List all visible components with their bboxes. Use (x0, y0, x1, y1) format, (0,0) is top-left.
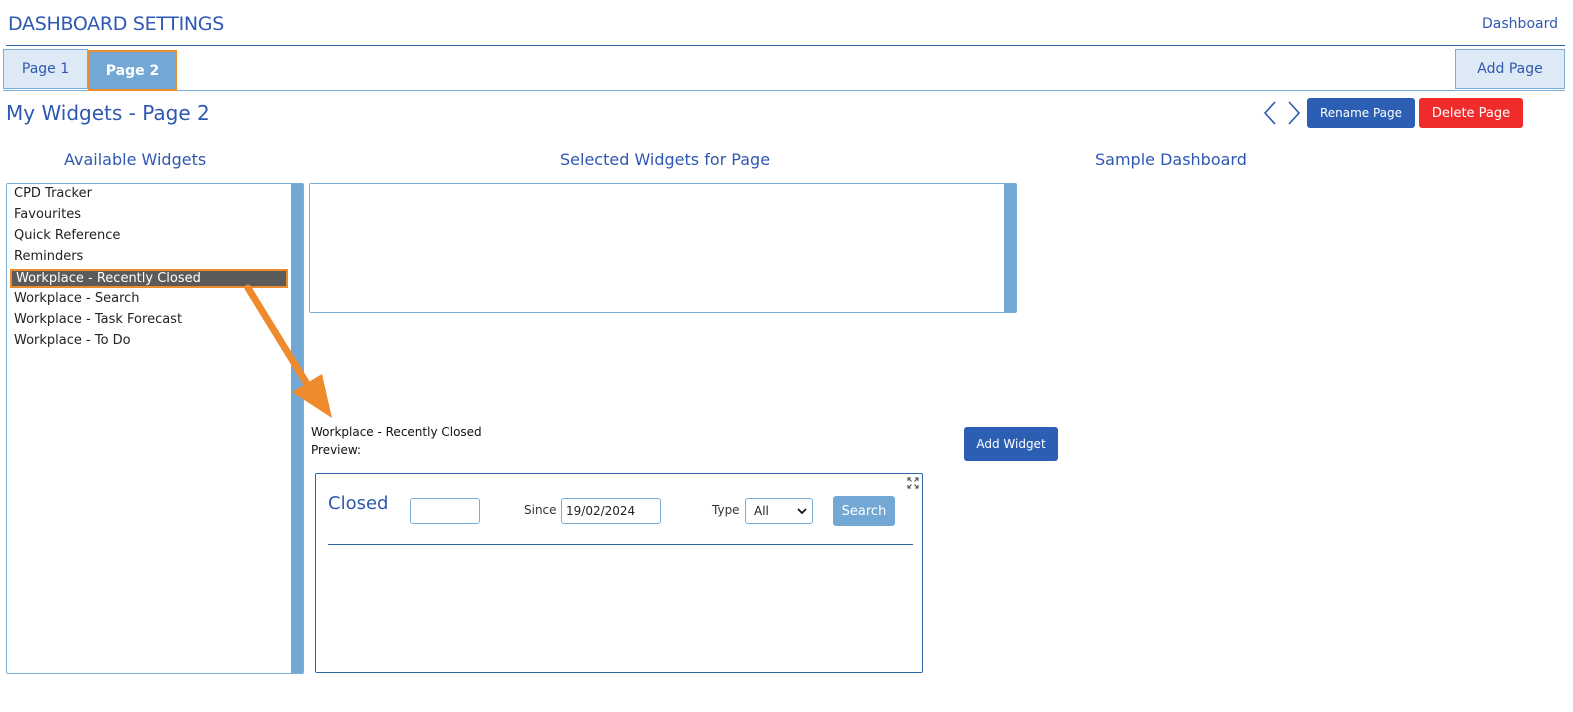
type-select[interactable]: All (745, 498, 813, 524)
tab-page-2[interactable]: Page 2 (88, 50, 177, 91)
chevron-left-icon[interactable] (1262, 100, 1278, 126)
list-item[interactable]: Workplace - Task Forecast (14, 312, 182, 327)
chevron-down-icon (797, 508, 807, 515)
tab-page-1[interactable]: Page 1 (3, 49, 88, 89)
delete-page-button[interactable]: Delete Page (1419, 98, 1523, 128)
preview-widget-name: Workplace - Recently Closed (311, 425, 482, 439)
list-item[interactable]: Workplace - Search (14, 291, 140, 306)
since-label: Since (524, 503, 557, 517)
dashboard-link[interactable]: Dashboard (1482, 16, 1558, 32)
list-item[interactable]: Workplace - To Do (14, 333, 131, 348)
add-page-button[interactable]: Add Page (1455, 49, 1565, 89)
page-title: My Widgets - Page 2 (6, 101, 210, 125)
since-date-input[interactable]: 19/02/2024 (561, 498, 661, 524)
expand-icon[interactable] (907, 477, 919, 489)
type-label: Type (712, 503, 740, 517)
available-widgets-list[interactable]: CPD Tracker Favourites Quick Reference R… (6, 183, 304, 674)
preview-label: Preview: (311, 443, 362, 457)
available-widgets-heading: Available Widgets (64, 150, 207, 169)
closed-search-input[interactable] (410, 498, 480, 524)
header-divider (6, 45, 1565, 46)
selected-list-scrollbar[interactable] (1004, 184, 1016, 312)
type-select-value: All (754, 504, 769, 518)
list-scrollbar[interactable] (291, 184, 303, 673)
list-item[interactable]: CPD Tracker (14, 186, 92, 201)
sample-dashboard-heading: Sample Dashboard (1095, 150, 1247, 169)
annotation-arrow (244, 284, 332, 418)
tab-bar (3, 48, 1565, 91)
add-widget-button[interactable]: Add Widget (964, 427, 1058, 461)
search-button[interactable]: Search (833, 496, 895, 526)
rename-page-button[interactable]: Rename Page (1307, 98, 1415, 128)
list-item[interactable]: Reminders (14, 249, 83, 264)
chevron-right-icon[interactable] (1286, 100, 1302, 126)
selected-widgets-heading: Selected Widgets for Page (560, 150, 771, 169)
preview-divider (328, 544, 913, 545)
list-item[interactable]: Quick Reference (14, 228, 120, 243)
widget-preview-panel: Closed Since 19/02/2024 Type All Search (315, 473, 923, 673)
page-header-title: DASHBOARD SETTINGS (8, 13, 224, 35)
list-item[interactable]: Favourites (14, 207, 81, 222)
closed-widget-title: Closed (328, 493, 389, 514)
selected-widgets-list[interactable] (309, 183, 1017, 313)
